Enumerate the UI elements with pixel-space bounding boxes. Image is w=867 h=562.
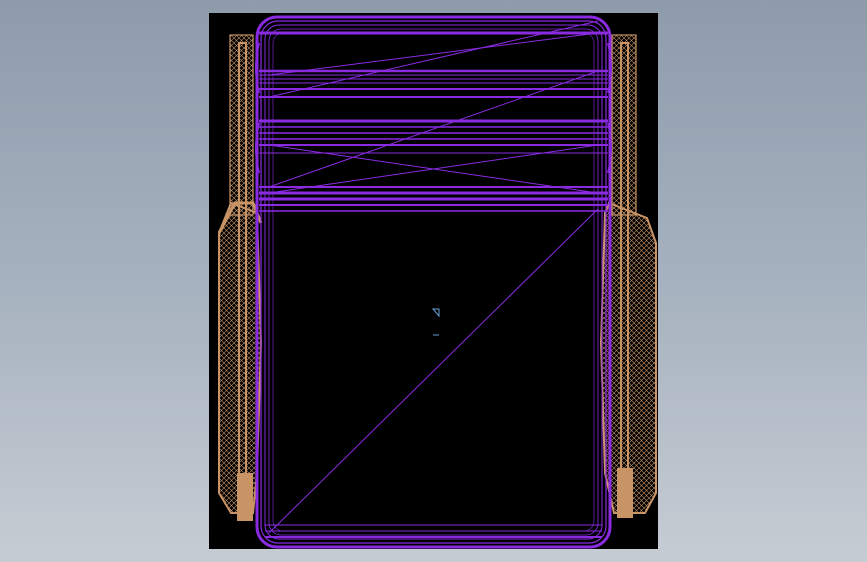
model-wireframe: [217, 15, 657, 549]
cad-viewport[interactable]: [209, 13, 658, 549]
cylinder-wireframe-body[interactable]: [255, 15, 612, 549]
left-tapered-support[interactable]: [217, 34, 263, 521]
triangle-origin-icon: [431, 308, 440, 336]
